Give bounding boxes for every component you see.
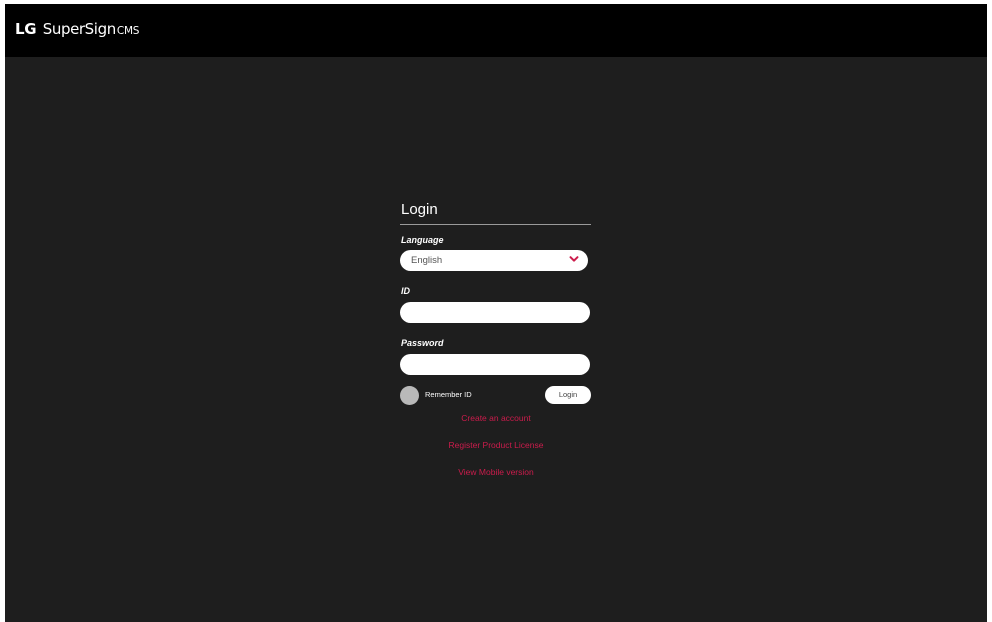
logo-brand: LG [15, 20, 37, 38]
id-label: ID [401, 286, 410, 296]
login-panel: Login Language English ID Password Remem… [400, 200, 592, 478]
id-input[interactable] [400, 302, 590, 323]
password-label: Password [401, 338, 444, 348]
language-select[interactable]: English [400, 250, 588, 271]
logo: LG SuperSignCMS [15, 19, 139, 41]
mobile-version-link[interactable]: View Mobile version [400, 466, 592, 478]
login-button[interactable]: Login [545, 386, 591, 404]
title-divider [400, 224, 591, 225]
page-title: Login [401, 201, 438, 218]
chevron-down-icon [569, 256, 579, 262]
top-bar: LG SuperSignCMS [5, 4, 987, 57]
remember-label: Remember ID [425, 390, 472, 399]
remember-row: Remember ID Login [400, 386, 592, 406]
logo-suffix: CMS [116, 25, 140, 37]
language-value: English [411, 255, 443, 266]
create-account-link[interactable]: Create an account [400, 412, 592, 424]
remember-toggle[interactable] [400, 386, 419, 405]
app-frame: LG SuperSignCMS Login Language English I… [5, 4, 987, 622]
password-input[interactable] [400, 354, 590, 375]
logo-product: SuperSign [42, 20, 116, 38]
language-label: Language [401, 235, 444, 245]
register-license-link[interactable]: Register Product License [400, 439, 592, 451]
